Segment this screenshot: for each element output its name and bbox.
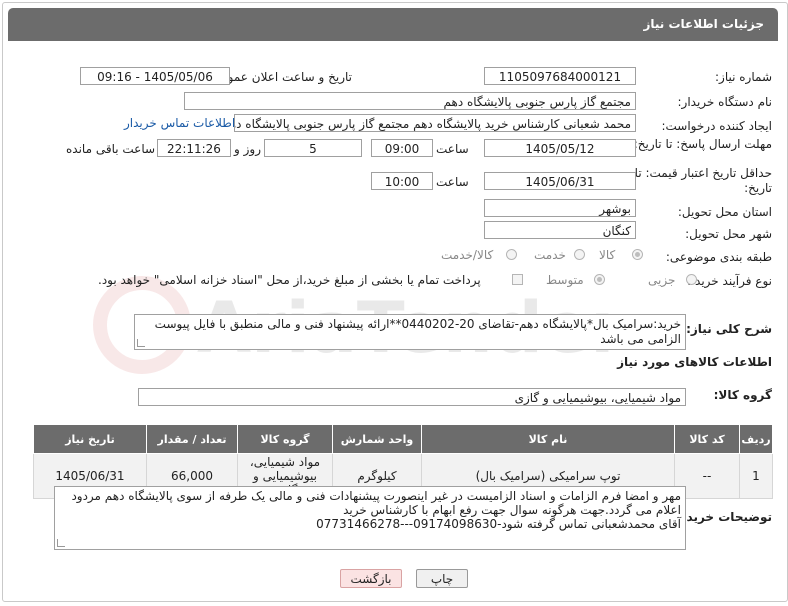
category-label: طبقه بندی موضوعی: — [665, 250, 772, 264]
buyer-org-field: مجتمع گاز پارس جنوبی پالایشگاه دهم — [184, 92, 636, 110]
category-option-goods: کالا — [599, 248, 616, 262]
validity-time-field: 10:00 — [371, 172, 433, 190]
remaining-label: ساعت باقی مانده — [66, 142, 156, 156]
goods-group-label: گروه کالا: — [713, 388, 772, 402]
province-field: بوشهر — [484, 199, 636, 217]
col-code: کد کالا — [674, 424, 740, 454]
announce-field: 1405/05/06 - 09:16 — [80, 67, 230, 85]
payment-checkbox[interactable] — [512, 274, 523, 285]
process-label: نوع فرآیند خرید : — [687, 274, 772, 288]
goods-table-header: ردیف کد کالا نام کالا واحد شمارش گروه کا… — [33, 424, 773, 454]
col-row: ردیف — [739, 424, 773, 454]
province-label: استان محل تحویل: — [677, 205, 772, 219]
days-label: روز و — [234, 142, 261, 156]
resize-handle-icon[interactable] — [57, 539, 65, 547]
category-radio-both[interactable] — [506, 249, 517, 260]
validity-time-label: ساعت — [436, 175, 469, 189]
process-radio-medium[interactable] — [594, 274, 605, 285]
goods-info-title: اطلاعات کالاهای مورد نیاز — [617, 355, 772, 369]
need-number-label: شماره نیاز: — [715, 70, 772, 84]
days-field: 5 — [264, 139, 362, 157]
summary-text: خرید:سرامیک بال*پالایشگاه دهم-تقاضای 20-… — [154, 317, 681, 346]
buyer-notes-line-1: مهر و امضا فرم الزامات و اسناد الزامیست … — [71, 489, 681, 503]
cell-row: 1 — [739, 453, 773, 499]
print-button[interactable]: چاپ — [416, 569, 468, 588]
col-date: تاریخ نیاز — [33, 424, 147, 454]
resize-handle-icon[interactable] — [137, 339, 145, 347]
page-title: جزئیات اطلاعات نیاز — [643, 17, 764, 31]
need-number-field: 1105097684000121 — [484, 67, 636, 85]
process-option-medium: متوسط — [546, 273, 584, 287]
category-radio-goods[interactable] — [632, 249, 643, 260]
city-field: کنگان — [484, 221, 636, 239]
buyer-org-label: نام دستگاه خریدار: — [677, 95, 773, 109]
process-radio-minor[interactable] — [686, 274, 697, 285]
buyer-notes-line-3: آقای محمدشعبانی تماس گرفته شود-091740986… — [316, 517, 681, 531]
deadline-label: مهلت ارسال پاسخ: تا تاریخ: — [633, 137, 772, 151]
col-qty: تعداد / مقدار — [146, 424, 238, 454]
creator-label: ایجاد کننده درخواست: — [661, 119, 772, 133]
category-option-both: کالا/خدمت — [441, 248, 494, 262]
deadline-time-field: 09:00 — [371, 139, 433, 157]
goods-group-field: مواد شیمیایی، بیوشیمیایی و گازی — [138, 388, 686, 406]
payment-note: پرداخت تمام یا بخشی از مبلغ خرید،از محل … — [98, 273, 481, 287]
col-name: نام کالا — [421, 424, 675, 454]
city-label: شهر محل تحویل: — [685, 227, 772, 241]
remaining-time-field: 22:11:26 — [157, 139, 231, 157]
col-unit: واحد شمارش — [332, 424, 422, 454]
buyer-notes-textarea[interactable]: مهر و امضا فرم الزامات و اسناد الزامیست … — [54, 486, 686, 550]
title-bar: جزئیات اطلاعات نیاز — [8, 8, 778, 41]
creator-field: محمد شعبانی کارشناس خرید پالایشگاه دهم م… — [234, 114, 636, 132]
back-button[interactable]: بازگشت — [340, 569, 402, 588]
deadline-time-label: ساعت — [436, 142, 469, 156]
category-radio-service[interactable] — [574, 249, 585, 260]
deadline-date-field: 1405/05/12 — [484, 139, 636, 157]
category-option-service: خدمت — [534, 248, 566, 262]
summary-label: شرح کلی نیاز: — [686, 322, 772, 336]
col-group: گروه کالا — [237, 424, 333, 454]
summary-textarea[interactable]: خرید:سرامیک بال*پالایشگاه دهم-تقاضای 20-… — [134, 314, 686, 350]
buyer-notes-line-2: اعلام می گردد.جهت هرگونه سوال جهت رفع اب… — [343, 503, 681, 517]
validity-date-field: 1405/06/31 — [484, 172, 636, 190]
process-option-minor: جزیی — [648, 273, 676, 287]
buyer-contact-link[interactable]: اطلاعات تماس خریدار — [124, 116, 235, 130]
validity-label: حداقل تاریخ اعتبار قیمت: تا تاریخ: — [634, 166, 772, 195]
